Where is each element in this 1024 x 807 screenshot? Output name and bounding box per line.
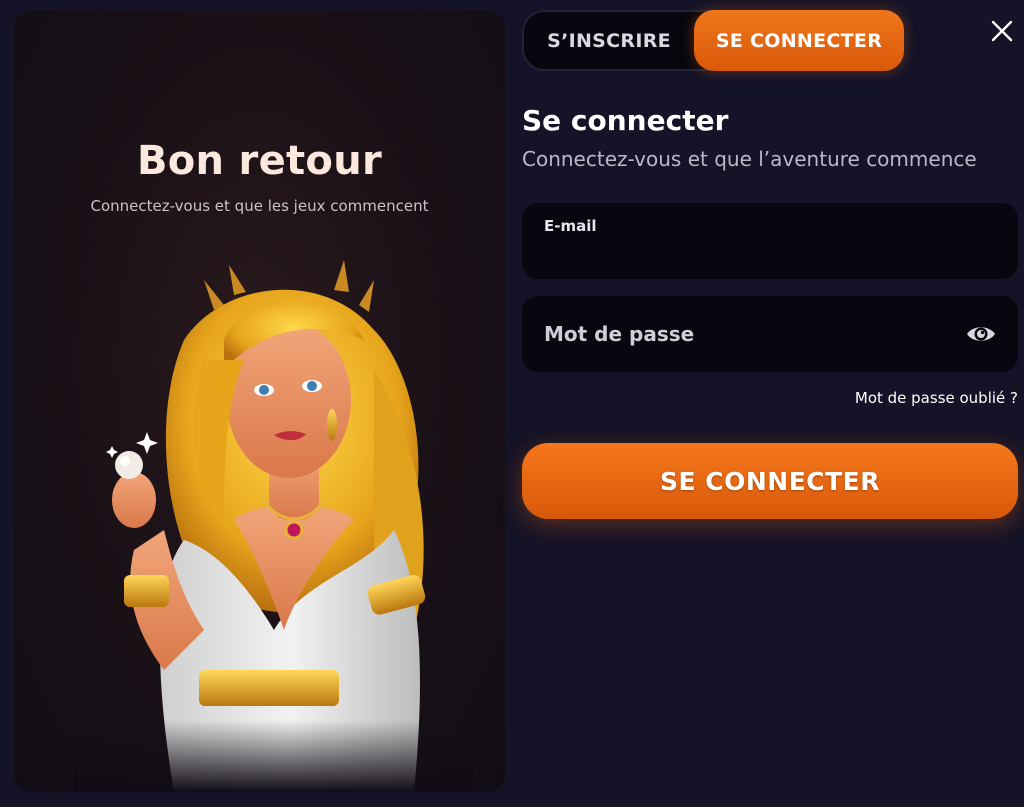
- email-input[interactable]: [544, 241, 958, 269]
- email-field[interactable]: E-mail: [522, 203, 1018, 279]
- password-field[interactable]: [522, 296, 1018, 372]
- toggle-password-button[interactable]: [964, 318, 998, 350]
- tab-register[interactable]: S’INSCRIRE: [524, 10, 694, 71]
- email-label: E-mail: [544, 217, 597, 235]
- form-subtitle: Connectez-vous et que l’aventure commenc…: [522, 147, 977, 171]
- form-title: Se connecter: [522, 104, 729, 137]
- promo-subtitle: Connectez-vous et que les jeux commencen…: [90, 197, 429, 215]
- promo-panel: Bon retour Connectez-vous et que les jeu…: [14, 10, 505, 792]
- login-submit-button[interactable]: SE CONNECTER: [522, 443, 1018, 519]
- promo-title: Bon retour: [136, 138, 383, 184]
- auth-tabs: S’INSCRIRE SE CONNECTER: [522, 10, 904, 71]
- tab-login[interactable]: SE CONNECTER: [694, 10, 904, 71]
- eye-icon: [967, 327, 995, 341]
- password-input[interactable]: [544, 320, 958, 348]
- close-button[interactable]: [985, 14, 1019, 48]
- close-icon: [991, 20, 1013, 42]
- goddess-illustration: [74, 260, 474, 792]
- forgot-password-link[interactable]: Mot de passe oublié ?: [855, 389, 1018, 407]
